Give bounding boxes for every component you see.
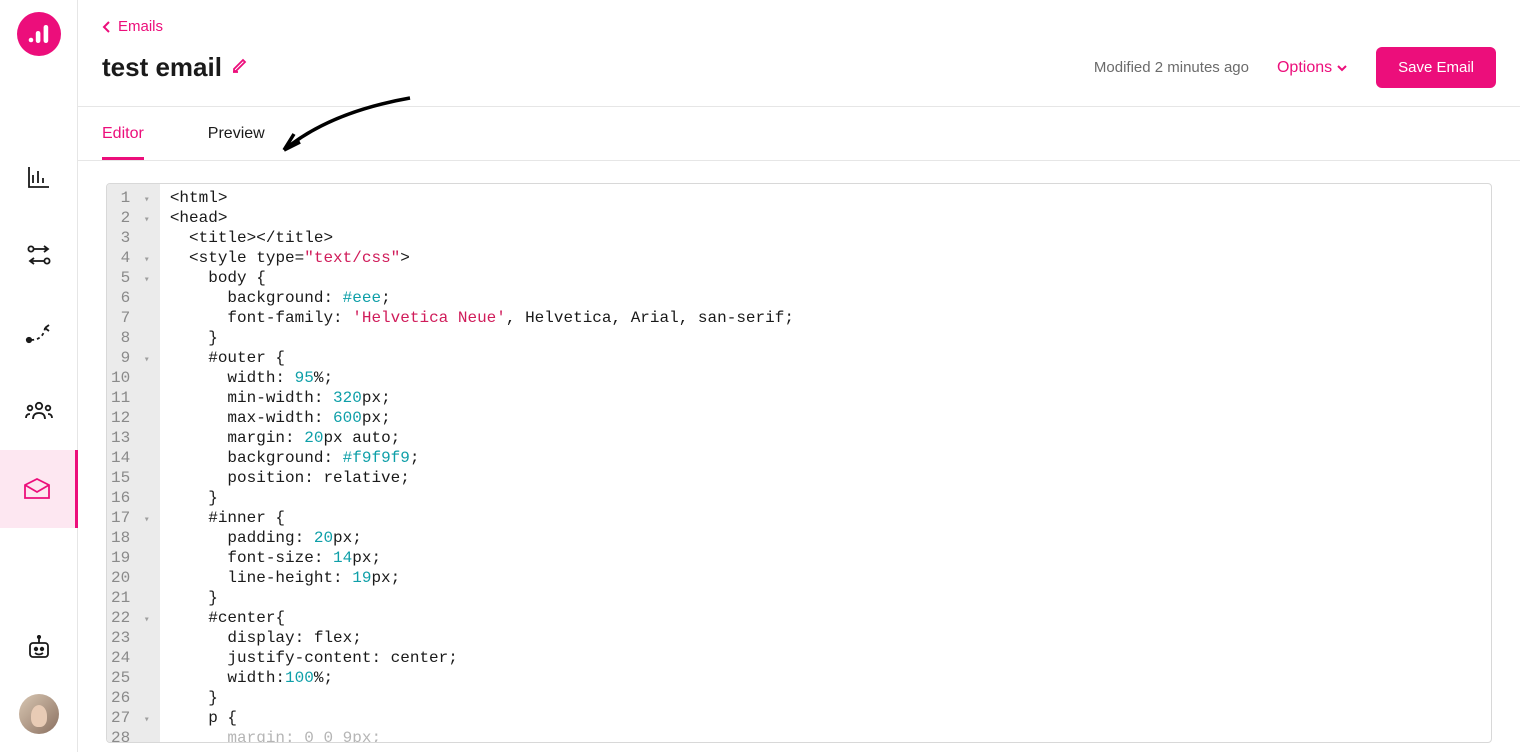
tab-editor[interactable]: Editor — [102, 107, 144, 160]
journey-icon — [25, 322, 53, 344]
envelope-icon — [23, 478, 51, 500]
bot-icon — [26, 635, 52, 661]
page-title: test email — [102, 52, 222, 83]
tabs: Editor Preview — [78, 107, 1520, 161]
logo-bars-icon — [28, 25, 50, 43]
sidebar-item-bot[interactable] — [26, 635, 52, 666]
chevron-left-icon — [102, 20, 112, 34]
save-button[interactable]: Save Email — [1376, 47, 1496, 88]
sidebar-item-messaging[interactable] — [0, 450, 78, 528]
flow-icon — [26, 243, 52, 267]
edit-title-button[interactable] — [232, 57, 248, 78]
sidebar — [0, 0, 78, 752]
sidebar-item-flows[interactable] — [0, 216, 78, 294]
people-icon — [25, 399, 53, 423]
code-gutter: 1 ▾2 ▾3 4 ▾5 ▾6 7 8 9 ▾10 11 12 13 14 15… — [107, 184, 160, 742]
sidebar-item-audiences[interactable] — [0, 372, 78, 450]
breadcrumb-label: Emails — [118, 18, 163, 35]
chevron-down-icon — [1336, 63, 1348, 73]
options-label: Options — [1277, 59, 1332, 77]
sidebar-item-analytics[interactable] — [0, 138, 78, 216]
avatar[interactable] — [19, 694, 59, 734]
header: Emails test email Modified 2 minutes ago… — [78, 0, 1520, 107]
main-content: Emails test email Modified 2 minutes ago… — [78, 0, 1520, 752]
breadcrumb-back[interactable]: Emails — [102, 18, 1496, 35]
logo[interactable] — [17, 12, 61, 56]
sidebar-item-journeys[interactable] — [0, 294, 78, 372]
pencil-icon — [232, 57, 248, 73]
code-content[interactable]: <html><head> <title></title> <style type… — [160, 184, 804, 742]
bar-chart-icon — [26, 164, 52, 190]
tab-preview[interactable]: Preview — [208, 107, 265, 160]
options-dropdown[interactable]: Options — [1277, 59, 1348, 77]
code-editor[interactable]: 1 ▾2 ▾3 4 ▾5 ▾6 7 8 9 ▾10 11 12 13 14 15… — [106, 183, 1492, 743]
modified-text: Modified 2 minutes ago — [1094, 59, 1249, 76]
